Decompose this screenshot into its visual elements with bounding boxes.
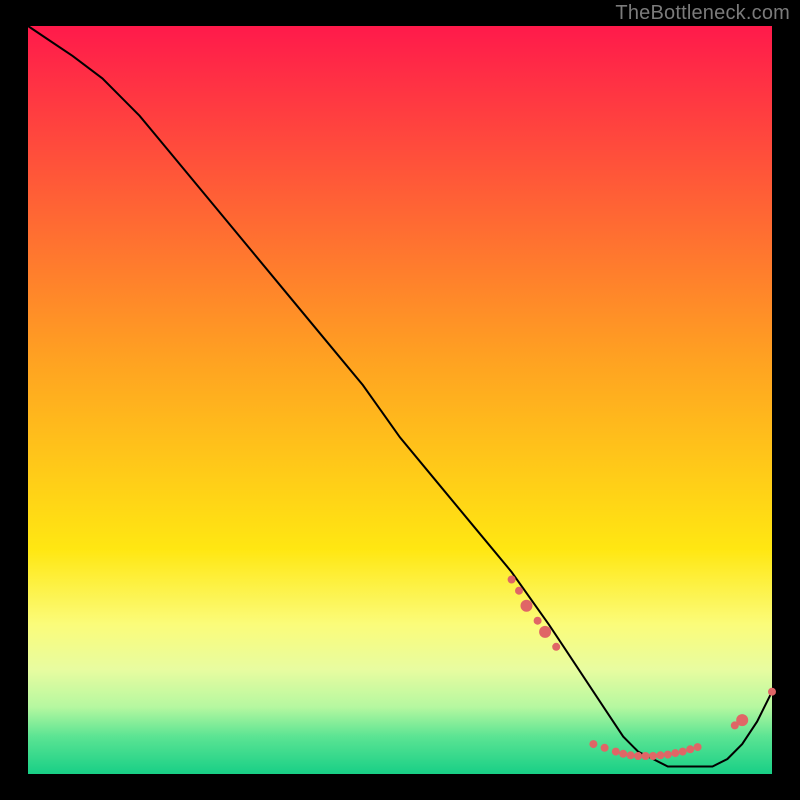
marker-point [601, 744, 609, 752]
marker-point [649, 752, 657, 760]
marker-point [664, 751, 672, 759]
marker-point [671, 749, 679, 757]
marker-point [679, 748, 687, 756]
marker-point [552, 643, 560, 651]
bottleneck-chart [0, 0, 800, 800]
marker-point [534, 617, 542, 625]
marker-point [539, 626, 551, 638]
marker-point [642, 752, 650, 760]
marker-point [619, 750, 627, 758]
gradient-background [28, 26, 772, 774]
watermark-text: TheBottleneck.com [615, 2, 790, 25]
chart-stage: TheBottleneck.com [0, 0, 800, 800]
marker-point [768, 688, 776, 696]
marker-point [736, 714, 748, 726]
marker-point [515, 587, 523, 595]
marker-point [656, 751, 664, 759]
marker-point [627, 751, 635, 759]
marker-point [686, 745, 694, 753]
marker-point [612, 748, 620, 756]
marker-point [508, 576, 516, 584]
marker-point [634, 752, 642, 760]
marker-point [589, 740, 597, 748]
marker-point [521, 600, 533, 612]
marker-point [694, 743, 702, 751]
